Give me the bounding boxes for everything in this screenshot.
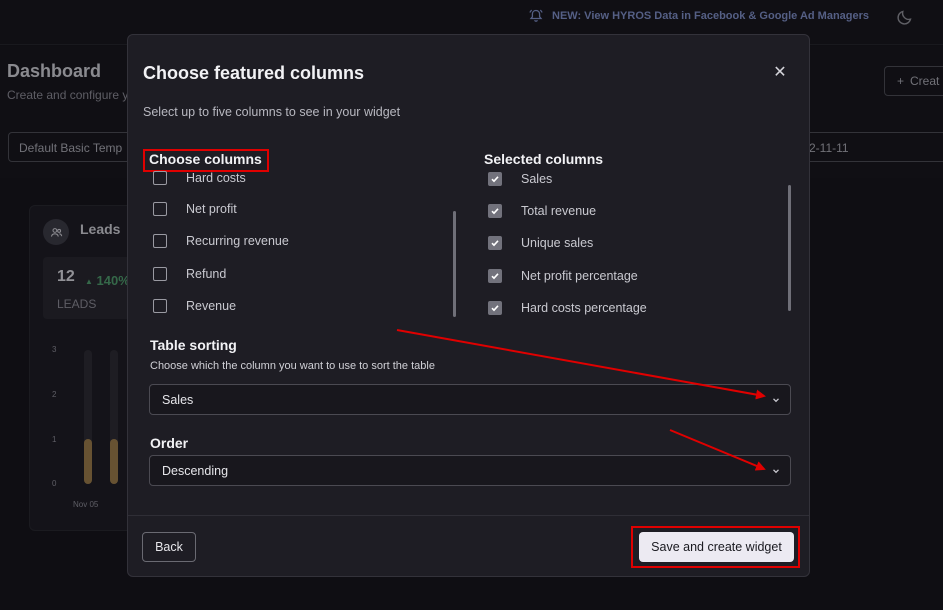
check-icon <box>491 273 499 280</box>
scrollbar[interactable] <box>788 185 791 311</box>
modal-subtitle: Select up to five columns to see in your… <box>143 105 401 119</box>
order-select[interactable]: Descending <box>149 455 791 486</box>
check-icon <box>491 240 499 247</box>
footer-divider <box>128 515 809 516</box>
save-and-create-widget-button[interactable]: Save and create widget <box>639 532 794 562</box>
list-item[interactable]: Refund <box>153 264 226 284</box>
checkbox[interactable] <box>153 234 167 248</box>
table-sorting-value: Sales <box>162 393 194 407</box>
list-item[interactable]: Net profit <box>153 199 237 219</box>
checkbox-checked[interactable] <box>488 301 502 315</box>
check-icon <box>491 176 499 183</box>
modal-title: Choose featured columns <box>143 63 365 83</box>
table-sorting-select[interactable]: Sales <box>149 384 791 415</box>
table-sorting-subtitle: Choose which the column you want to use … <box>150 360 435 372</box>
order-value: Descending <box>162 464 229 478</box>
checkbox[interactable] <box>153 299 167 313</box>
check-icon <box>491 208 499 215</box>
choose-columns-modal: Choose featured columns ✕ Select up to f… <box>127 34 810 577</box>
check-icon <box>491 305 499 312</box>
list-item[interactable]: Unique sales <box>488 233 593 253</box>
checkbox-checked[interactable] <box>488 269 502 283</box>
chevron-down-icon <box>773 469 779 474</box>
selected-columns-heading: Selected columns <box>484 151 604 167</box>
list-item[interactable]: Recurring revenue <box>153 231 289 251</box>
selected-columns-list[interactable]: Sales Total revenue Unique sales Net pro… <box>488 169 778 317</box>
close-icon[interactable]: ✕ <box>771 63 789 81</box>
order-title: Order <box>150 435 189 451</box>
checkbox-checked[interactable] <box>488 172 502 186</box>
chevron-down-icon <box>773 398 779 403</box>
table-sorting-title: Table sorting <box>150 337 237 353</box>
scrollbar[interactable] <box>453 211 456 317</box>
list-item[interactable]: Hard costs <box>153 169 246 188</box>
back-button[interactable]: Back <box>142 532 196 562</box>
available-columns-list[interactable]: Hard costs Net profit Recurring revenue … <box>153 169 443 315</box>
list-item[interactable]: Total revenue <box>488 201 596 221</box>
list-item[interactable]: Net profit percentage <box>488 266 638 286</box>
list-item[interactable]: Revenue <box>153 296 236 315</box>
checkbox[interactable] <box>153 171 167 185</box>
checkbox-checked[interactable] <box>488 204 502 218</box>
checkbox[interactable] <box>153 267 167 281</box>
checkbox-checked[interactable] <box>488 236 502 250</box>
list-item[interactable]: Hard costs percentage <box>488 298 647 317</box>
list-item[interactable]: Sales <box>488 169 552 189</box>
checkbox[interactable] <box>153 202 167 216</box>
